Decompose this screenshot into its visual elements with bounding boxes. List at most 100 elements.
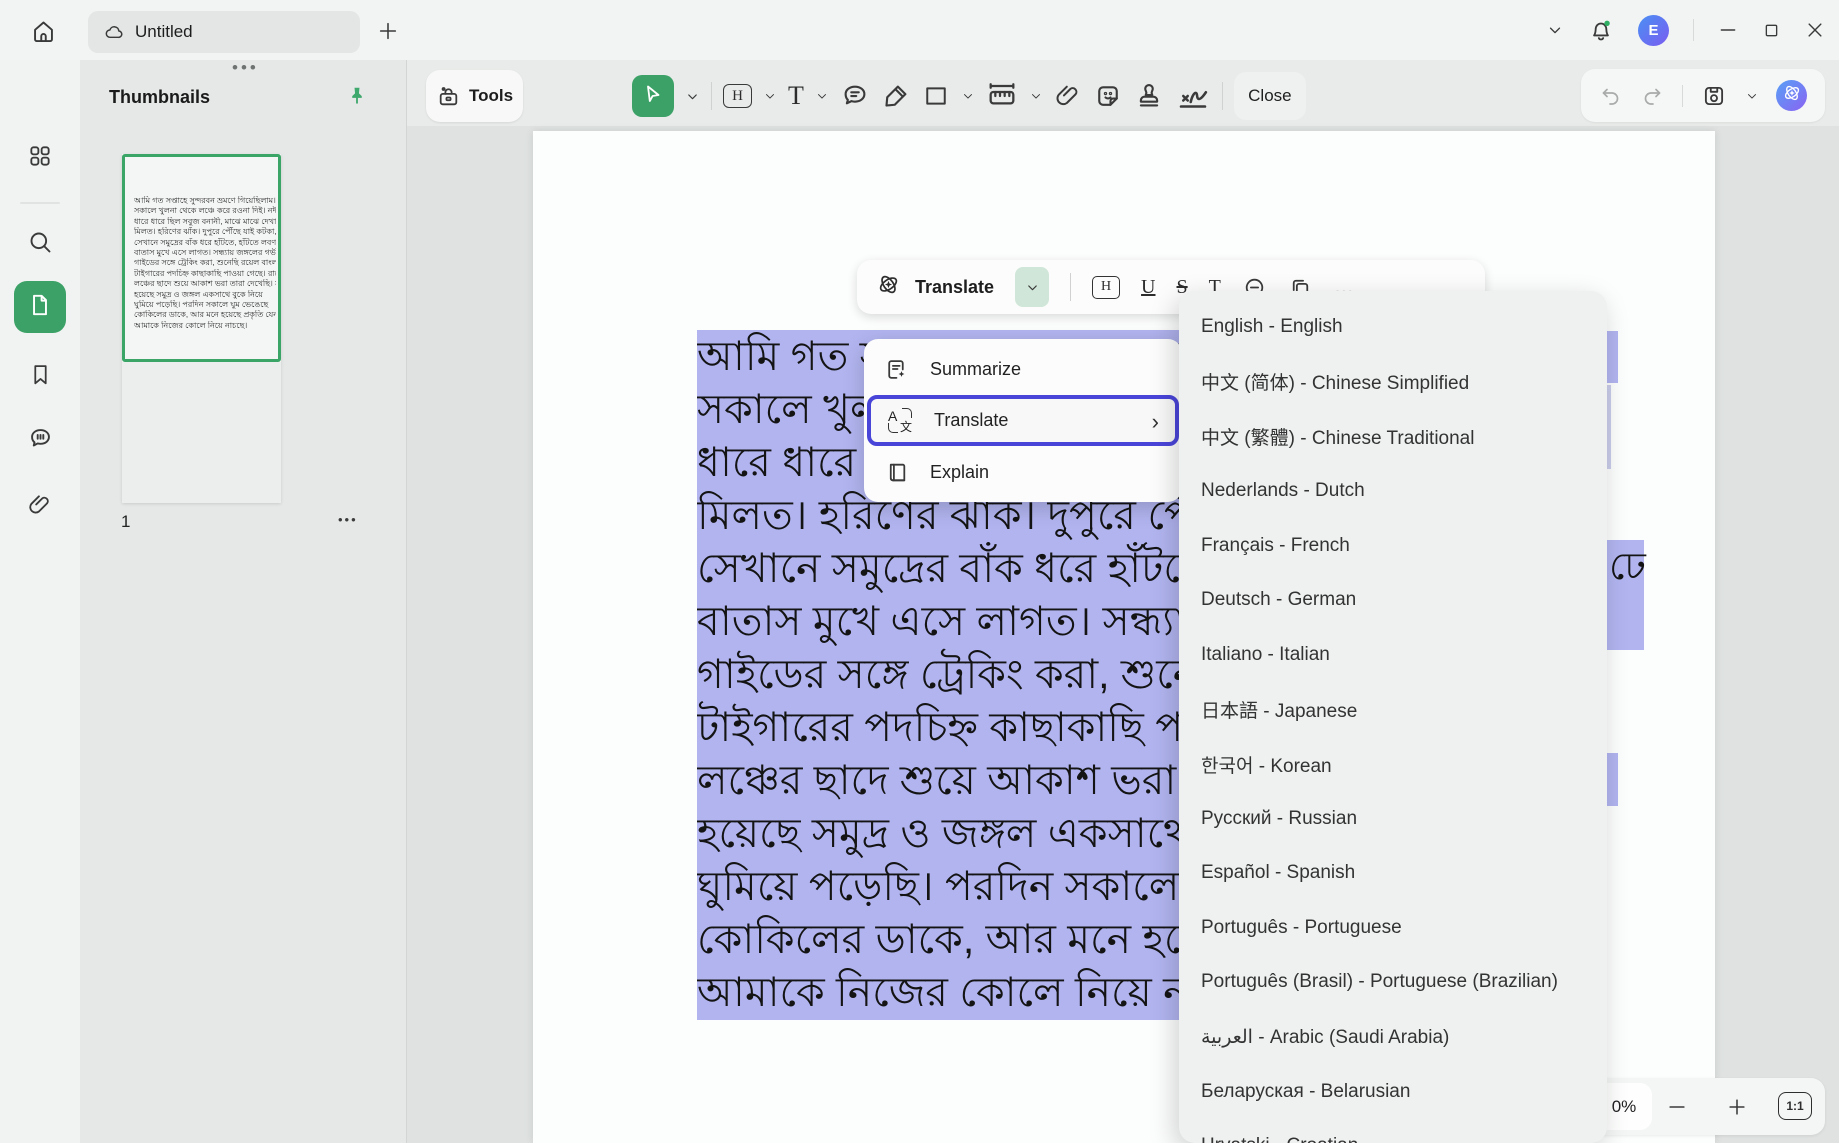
language-option-dutch[interactable]: Nederlands - Dutch xyxy=(1179,464,1607,519)
sticker-tool-button[interactable] xyxy=(1093,81,1123,111)
language-option-croatian[interactable]: Hrvatski - Croatian xyxy=(1179,1119,1607,1143)
toolbar-center-tools: H T xyxy=(632,70,1306,122)
ai-assistant-button[interactable] xyxy=(1776,80,1807,111)
ai-sparkle-icon xyxy=(1781,82,1803,109)
left-icon-rail xyxy=(0,60,80,1143)
underline-action-button[interactable]: U xyxy=(1141,277,1155,297)
measure-tool-button[interactable] xyxy=(986,80,1018,112)
sidebar-item-search[interactable] xyxy=(14,216,66,268)
collapse-toolbar-button[interactable] xyxy=(1546,21,1564,39)
book-icon xyxy=(884,460,909,485)
maximize-icon xyxy=(1762,21,1781,40)
ai-sparkle-icon xyxy=(875,271,902,303)
thumbnail-offscreen-shade xyxy=(122,362,281,503)
sidebar-item-attachments[interactable] xyxy=(14,479,66,531)
language-option-chinese-simplified[interactable]: 中文 (简体) - Chinese Simplified xyxy=(1179,355,1607,410)
menu-item-explain[interactable]: Explain xyxy=(864,448,1182,496)
rail-divider xyxy=(20,202,60,204)
home-icon xyxy=(30,18,57,45)
toolbox-icon xyxy=(436,84,461,109)
close-tools-button[interactable]: Close xyxy=(1234,72,1306,120)
chevron-right-icon: › xyxy=(1152,409,1159,435)
language-option-english[interactable]: English - English xyxy=(1179,300,1607,355)
home-button[interactable] xyxy=(24,12,62,50)
plus-icon xyxy=(1726,1096,1748,1118)
highlight-fragment xyxy=(1607,753,1618,806)
select-tool-dropdown[interactable] xyxy=(685,89,700,104)
comment-bubble-icon xyxy=(27,425,54,452)
ruler-icon xyxy=(986,80,1018,112)
panel-drag-handle[interactable]: ••• xyxy=(232,58,259,78)
select-tool-button[interactable] xyxy=(632,75,674,117)
shape-tool-button[interactable] xyxy=(922,82,950,110)
actual-size-button[interactable]: 1:1 xyxy=(1778,1092,1812,1120)
zoom-out-button[interactable] xyxy=(1664,1094,1690,1120)
save-icon xyxy=(1701,83,1727,109)
language-option-korean[interactable]: 한국어 - Korean xyxy=(1179,737,1607,792)
paperclip-icon xyxy=(1054,82,1082,110)
text-tool-dropdown[interactable] xyxy=(815,89,829,103)
page-options-button[interactable]: ••• xyxy=(338,512,358,527)
menu-item-summarize[interactable]: Summarize xyxy=(864,345,1182,393)
measure-tool-dropdown[interactable] xyxy=(1029,89,1043,103)
sticker-icon xyxy=(1093,81,1123,111)
minimize-button[interactable] xyxy=(1718,20,1738,40)
signature-icon xyxy=(1175,78,1211,114)
language-option-belarusian[interactable]: Беларуская - Belarusian xyxy=(1179,1064,1607,1119)
shape-tool-dropdown[interactable] xyxy=(961,89,975,103)
document-tab[interactable]: Untitled xyxy=(88,11,360,53)
translate-quick-button[interactable]: Translate xyxy=(915,277,994,298)
language-option-russian[interactable]: Русский - Russian xyxy=(1179,791,1607,846)
titlebar-separator xyxy=(1693,19,1694,41)
avatar[interactable]: E xyxy=(1638,15,1669,46)
sidebar-item-comments[interactable] xyxy=(14,412,66,464)
tools-button[interactable]: Tools xyxy=(426,70,523,122)
stamp-tool-button[interactable] xyxy=(1134,81,1164,111)
save-dropdown[interactable] xyxy=(1745,89,1759,103)
language-option-arabic[interactable]: العربية - Arabic (Saudi Arabia) xyxy=(1179,1010,1607,1065)
language-option-german[interactable]: Deutsch - German xyxy=(1179,573,1607,628)
highlight-tool-dropdown[interactable] xyxy=(763,89,777,103)
summarize-icon xyxy=(884,357,909,382)
title-bar: Untitled E xyxy=(0,0,1839,60)
toolbar: Tools H T xyxy=(407,60,1839,126)
close-icon xyxy=(1805,20,1825,40)
thumbnails-panel: ••• Thumbnails আমি গত সপ্তাহে সুন্দরবন ভ… xyxy=(80,60,407,1143)
language-option-japanese[interactable]: 日本語 - Japanese xyxy=(1179,682,1607,737)
titlebar-right-cluster: E xyxy=(1546,0,1825,60)
signature-tool-button[interactable] xyxy=(1175,78,1211,114)
pin-panel-button[interactable] xyxy=(346,84,368,113)
notifications-button[interactable] xyxy=(1588,17,1614,43)
new-tab-button[interactable] xyxy=(374,17,402,45)
menu-item-translate[interactable]: A文 Translate › xyxy=(867,395,1179,446)
redo-icon xyxy=(1640,84,1664,108)
attachment-tool-button[interactable] xyxy=(1054,82,1082,110)
thumbnail-viewport-frame xyxy=(122,154,281,362)
translate-options-dropdown[interactable] xyxy=(1015,267,1049,307)
page-thumbnail[interactable]: আমি গত সপ্তাহে সুন্দরবন ভ্রমণে গিয়েছিলা… xyxy=(122,154,281,503)
language-option-italian[interactable]: Italiano - Italian xyxy=(1179,628,1607,683)
text-tool-button[interactable]: T xyxy=(788,83,804,109)
redo-button[interactable] xyxy=(1640,84,1664,108)
sidebar-item-appearance[interactable] xyxy=(14,1136,66,1143)
undo-button[interactable] xyxy=(1599,84,1623,108)
close-window-button[interactable] xyxy=(1805,20,1825,40)
language-option-portuguese[interactable]: Português - Portuguese xyxy=(1179,901,1607,956)
language-option-french[interactable]: Français - French xyxy=(1179,518,1607,573)
pencil-tool-button[interactable] xyxy=(881,81,911,111)
sidebar-item-bookmarks[interactable] xyxy=(14,348,66,400)
highlight-tool-button[interactable]: H xyxy=(723,84,752,108)
toolbar-right-group xyxy=(1581,69,1825,122)
comment-tool-button[interactable] xyxy=(840,81,870,111)
sidebar-item-overview[interactable] xyxy=(14,130,66,182)
maximize-button[interactable] xyxy=(1762,21,1781,40)
language-option-spanish[interactable]: Español - Spanish xyxy=(1179,846,1607,901)
language-option-portuguese-brazilian[interactable]: Português (Brasil) - Portuguese (Brazili… xyxy=(1179,955,1607,1010)
mini-toolbar-divider xyxy=(1070,273,1071,301)
zoom-in-button[interactable] xyxy=(1724,1094,1750,1120)
sidebar-item-thumbnails[interactable] xyxy=(14,281,66,333)
menu-item-label: Translate xyxy=(934,410,1008,431)
highlight-action-button[interactable]: H xyxy=(1092,276,1120,299)
save-button[interactable] xyxy=(1701,83,1727,109)
language-option-chinese-traditional[interactable]: 中文 (繁體) - Chinese Traditional xyxy=(1179,409,1607,464)
